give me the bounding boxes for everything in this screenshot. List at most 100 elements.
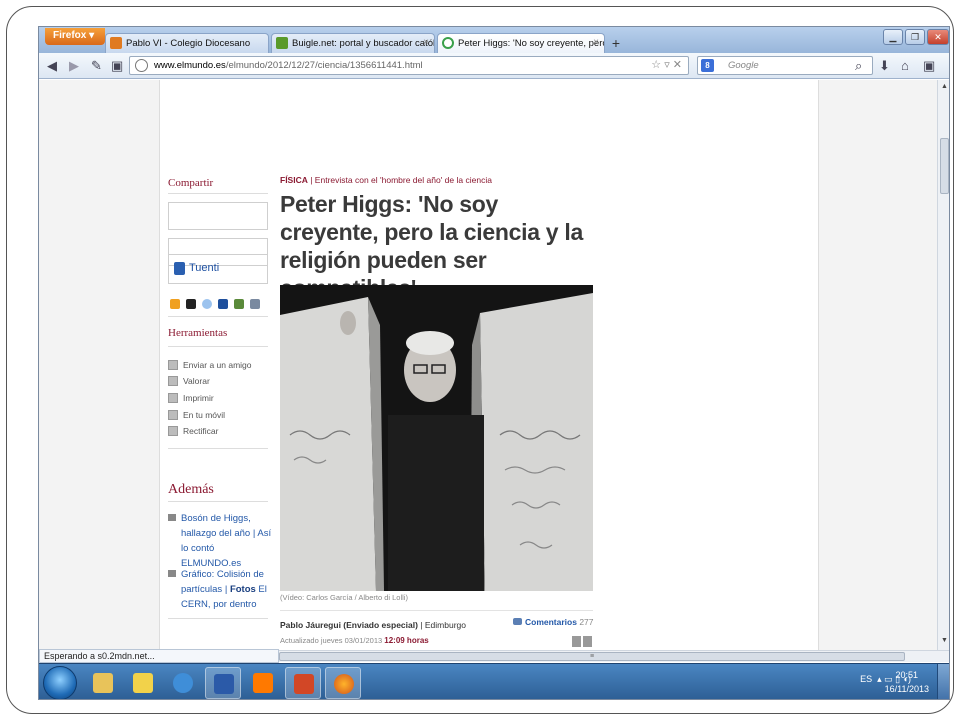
author-name: Pablo Jáuregui (Enviado especial)	[280, 620, 418, 630]
updated-time: 12:09 horas	[384, 636, 429, 645]
printer-icon	[168, 393, 178, 403]
url-path: /elmundo/2012/12/27/ciencia/1356611441.h…	[225, 60, 423, 71]
divider	[168, 448, 268, 449]
taskbar-powerpoint[interactable]	[285, 667, 321, 699]
status-bar: Esperando a s0.2mdn.net...	[39, 649, 279, 663]
addon-icon[interactable]: ▣	[923, 58, 935, 74]
search-magnifier-icon[interactable]: ⌕	[855, 58, 862, 74]
taskbar-orange[interactable]	[245, 667, 281, 699]
share-widget-facebook[interactable]	[168, 202, 268, 230]
windows-taskbar: ES ▴ ▭ ▯ ◖) 20:51 16/11/2013	[39, 663, 949, 699]
tab-bar: Firefox ▾ Pablo VI - Colegio Diocesano B…	[39, 27, 949, 53]
browser-window: Firefox ▾ Pablo VI - Colegio Diocesano B…	[38, 26, 950, 700]
star-icon	[168, 376, 178, 386]
article-page: Compartir Tuenti Herramientas Enviar a u…	[159, 80, 819, 650]
tool-correct[interactable]: Rectificar	[168, 426, 218, 436]
tab-title: Pablo VI - Colegio Diocesano	[126, 38, 251, 49]
tab-loading-icon	[442, 37, 454, 49]
close-window-button[interactable]: ✕	[927, 29, 949, 45]
tab-buigle[interactable]: Buigle.net: portal y buscador católico ×	[271, 33, 435, 53]
tool-rate[interactable]: Valorar	[168, 376, 210, 386]
article-text-tools	[570, 634, 592, 650]
article-kicker: FÍSICA | Entrevista con el 'hombre del a…	[280, 175, 492, 185]
taskbar-explorer[interactable]	[85, 667, 121, 699]
share-icon[interactable]	[202, 299, 212, 309]
url-bar[interactable]: www.elmundo.es/elmundo/2012/12/27/cienci…	[129, 56, 689, 75]
photo-caption: (Vídeo: Carlos García / Alberto di Lolli…	[280, 593, 408, 602]
tab-title: Buigle.net: portal y buscador católico	[292, 38, 435, 49]
tool-send-to-friend[interactable]: Enviar a un amigo	[168, 360, 252, 370]
tool-label: Enviar a un amigo	[183, 360, 252, 370]
updated-label: Actualizado jueves 03/01/2013	[280, 636, 385, 645]
article-photo[interactable]	[280, 285, 593, 591]
google-search-engine-icon[interactable]: 8	[701, 59, 714, 72]
word-icon	[214, 674, 234, 694]
back-arrow-icon[interactable]: ◀	[47, 58, 57, 74]
new-tab-button[interactable]: +	[607, 34, 625, 52]
related-link-bold: Fotos	[229, 584, 256, 595]
taskbar-media[interactable]	[125, 667, 161, 699]
hscroll-thumb[interactable]: ≡	[279, 652, 905, 661]
language-indicator[interactable]: ES	[860, 674, 872, 684]
font-increase-icon[interactable]	[583, 636, 592, 647]
internet-explorer-icon	[173, 673, 193, 693]
orange-icon	[253, 673, 273, 693]
slide-frame: Firefox ▾ Pablo VI - Colegio Diocesano B…	[6, 6, 954, 714]
tuenti-share-button[interactable]: Tuenti	[168, 254, 268, 284]
start-button[interactable]	[43, 666, 77, 699]
taskbar-word[interactable]	[205, 667, 241, 699]
tab-close-icon[interactable]: ×	[593, 37, 599, 48]
search-bar[interactable]: 8 Google	[697, 56, 873, 75]
tab-close-icon[interactable]: ×	[423, 37, 429, 48]
comments-count: 277	[576, 617, 594, 627]
firefox-icon	[334, 674, 354, 694]
restore-button[interactable]: ❐	[905, 29, 925, 45]
section-label[interactable]: FÍSICA	[280, 175, 308, 185]
related-link-higgs[interactable]: Bosón de Higgs, hallazgo del año | Así l…	[168, 511, 272, 571]
home-icon[interactable]: ⌂	[901, 58, 909, 74]
powerpoint-icon	[294, 674, 314, 694]
scrollbar-thumb[interactable]	[940, 138, 949, 194]
scroll-down-icon[interactable]: ▼	[941, 637, 948, 644]
byline: Pablo Jáuregui (Enviado especial) | Edim…	[280, 620, 466, 630]
home-folder-icon[interactable]: ▣	[111, 58, 123, 74]
tool-mobile[interactable]: En tu móvil	[168, 410, 225, 420]
clock[interactable]: 20:51 16/11/2013	[885, 668, 929, 696]
share-icon[interactable]	[170, 299, 180, 309]
download-arrow-icon[interactable]: ⬇	[879, 58, 890, 74]
share-icon[interactable]	[234, 299, 244, 309]
horizontal-scrollbar[interactable]: ≡	[279, 650, 949, 662]
taskbar-firefox[interactable]	[325, 667, 361, 699]
show-desktop-button[interactable]	[937, 664, 949, 699]
firefox-menu-label: Firefox	[53, 30, 87, 41]
tab-favicon-icon	[276, 37, 288, 49]
tab-pablo-vi[interactable]: Pablo VI - Colegio Diocesano	[105, 33, 269, 53]
delicious-icon[interactable]	[186, 299, 196, 309]
divider	[168, 618, 268, 619]
font-decrease-icon[interactable]	[572, 636, 581, 647]
folder-icon	[93, 673, 113, 693]
taskbar-internet-explorer[interactable]	[165, 667, 201, 699]
vertical-scrollbar[interactable]: ▲ ▼	[937, 80, 949, 650]
navigation-bar: ◀ ▶ ✎ ▣ www.elmundo.es/elmundo/2012/12/2…	[39, 53, 949, 79]
comments-link[interactable]: Comentarios 277	[513, 617, 594, 627]
page-viewport: Compartir Tuenti Herramientas Enviar a u…	[39, 80, 937, 650]
divider	[168, 193, 268, 194]
tab-peter-higgs[interactable]: Peter Higgs: 'No soy creyente, pero la..…	[437, 33, 605, 53]
clock-date: 16/11/2013	[884, 684, 929, 694]
divider	[168, 316, 268, 317]
tool-print[interactable]: Imprimir	[168, 393, 214, 403]
check-icon	[168, 426, 178, 436]
share-icon[interactable]	[250, 299, 260, 309]
divider	[168, 346, 268, 347]
minimize-button[interactable]: ▁	[883, 29, 903, 45]
scroll-up-icon[interactable]: ▲	[941, 83, 948, 90]
related-link-collision[interactable]: Gráfico: Colisión de partículas | Fotos …	[168, 567, 272, 612]
tool-label: Imprimir	[183, 393, 214, 403]
tools-icon[interactable]: ✎	[91, 58, 102, 74]
share-icon[interactable]	[218, 299, 228, 309]
share-icons-row	[170, 296, 266, 309]
forward-arrow-icon[interactable]: ▶	[69, 58, 79, 74]
bookmark-star-icon[interactable]: ☆ ▿ ✕	[651, 58, 682, 71]
firefox-menu-button[interactable]: Firefox ▾	[45, 28, 105, 45]
